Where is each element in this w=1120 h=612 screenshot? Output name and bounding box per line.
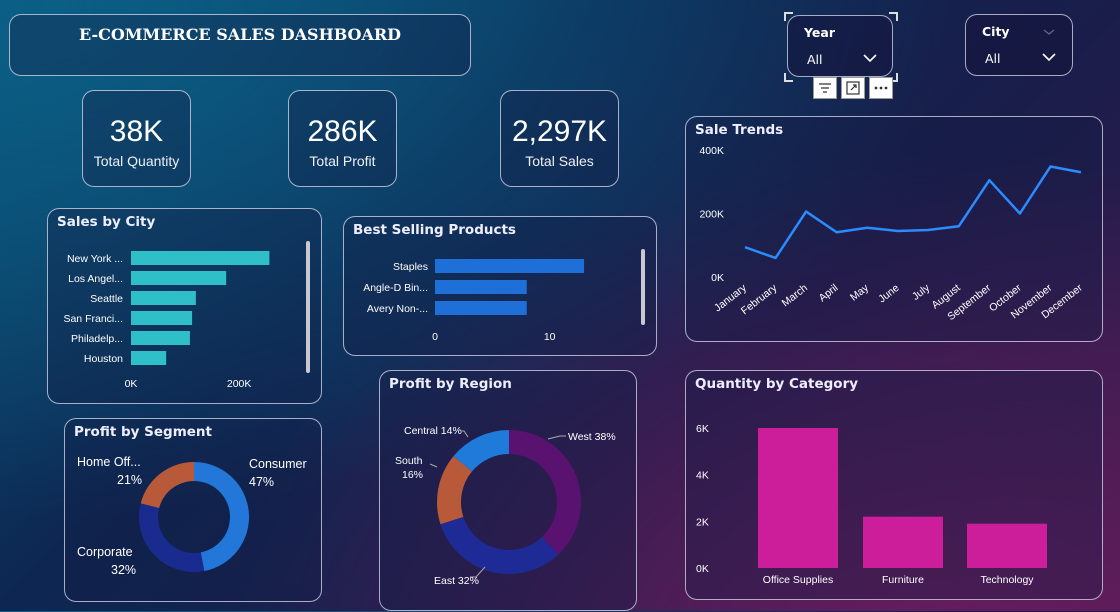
bar — [131, 251, 270, 265]
category-label: Technology — [980, 574, 1034, 586]
slice-label: East 32% — [434, 575, 479, 587]
slice-label: Home Off... — [77, 455, 141, 469]
dashboard-title: E-COMMERCE SALES DASHBOARD — [78, 25, 402, 44]
leader-line — [547, 435, 566, 440]
category-label: Seattle — [90, 293, 123, 305]
slice-value: 47% — [249, 475, 274, 489]
quantity-by-category-chart: 0K 2K 4K 6K Office Supplies Furniture Technolo… — [696, 423, 1047, 586]
category-label: Staples — [393, 261, 428, 273]
kpi-label: Total Quantity — [93, 153, 180, 169]
category-label: Los Angel... — [68, 273, 123, 285]
city-slicer[interactable]: City All — [965, 14, 1073, 76]
pie-slice — [194, 462, 249, 572]
bar — [435, 301, 527, 315]
leader-line — [462, 430, 469, 438]
leader-line — [429, 463, 438, 468]
bar — [131, 331, 190, 345]
category-label: Houston — [84, 353, 123, 365]
bar — [758, 428, 838, 568]
kpi-total-profit: 286K Total Profit — [288, 90, 397, 187]
tick-label: 0K — [125, 378, 138, 390]
slice-label: South — [395, 455, 423, 467]
slice-label: West 38% — [568, 431, 616, 443]
category-label: Angle-D Bin... — [363, 282, 428, 294]
tick-label: 0 — [432, 331, 438, 343]
profit-by-segment-panel: Profit by Segment Consumer 47% Corporate 32… — [64, 418, 322, 602]
tick-label: July — [910, 281, 933, 302]
more-options-icon[interactable] — [869, 77, 893, 99]
tick-label: 200K — [699, 209, 724, 221]
slice-value: 32% — [111, 563, 136, 577]
focus-mode-icon[interactable] — [841, 77, 865, 99]
scrollbar — [306, 241, 310, 373]
kpi-value: 286K — [307, 115, 378, 148]
bar — [131, 311, 193, 325]
category-label: Philadelp... — [71, 333, 123, 345]
tick-label: 2K — [696, 516, 709, 528]
tick-label: 6K — [696, 423, 709, 435]
quantity-by-category-panel: Quantity by Category 0K 2K 4K 6K Office Supp… — [685, 370, 1103, 600]
kpi-total-quantity: 38K Total Quantity — [82, 90, 191, 187]
tick-label: 400K — [699, 145, 724, 157]
bar — [131, 271, 227, 285]
category-label: Avery Non-... — [367, 303, 428, 315]
slice-label: Corporate — [77, 545, 133, 559]
kpi-label: Total Sales — [525, 153, 594, 169]
slice-value: 16% — [402, 469, 423, 481]
kpi-value: 2,297K — [511, 115, 608, 148]
pie-slice — [440, 516, 559, 574]
series-line — [744, 165, 1082, 260]
slice-label: Central 14% — [404, 425, 462, 437]
scrollbar — [641, 249, 645, 325]
year-slicer[interactable]: Year All — [784, 12, 898, 82]
profit-by-region-chart: West 38% East 32% South 16% Central 14% — [395, 425, 616, 587]
tick-label: 0K — [711, 272, 724, 284]
profit-by-region-panel: Profit by Region West 38% East 32% South 16… — [379, 370, 637, 611]
best-selling-products-panel: Best Selling Products Staples Angle-D Bin… — [343, 216, 657, 356]
selection-frame-icon — [784, 12, 898, 82]
sales-by-city-panel: Sales by City New York ... Los Angel... Se… — [47, 208, 322, 404]
tick-label: 0K — [696, 563, 709, 575]
chevron-down-faint-icon — [1043, 29, 1055, 35]
bar — [131, 351, 167, 365]
filter-icon[interactable] — [813, 77, 837, 99]
category-label: Furniture — [882, 574, 924, 586]
sales-by-city-chart: New York ... Los Angel... Seattle San Franc… — [63, 241, 310, 390]
category-label: San Franci... — [63, 313, 123, 325]
kpi-total-sales: 2,297K Total Sales — [500, 90, 619, 187]
tick-label: 4K — [696, 470, 709, 482]
kpi-value: 38K — [109, 115, 164, 148]
tick-label: June — [876, 282, 901, 306]
category-label: Office Supplies — [763, 574, 833, 586]
bar — [435, 259, 585, 273]
category-label: New York ... — [67, 253, 123, 265]
pie-slice — [140, 462, 194, 509]
best-selling-products-chart: Staples Angle-D Bin... Avery Non-... 0 10 — [363, 249, 645, 343]
tick-label: April — [817, 282, 841, 304]
city-slicer-value[interactable]: All — [985, 51, 1001, 66]
pie-slice — [139, 503, 205, 572]
bar — [967, 523, 1047, 568]
sale-trends-panel: Sale Trends 0K 200K 400K January February Mar… — [685, 116, 1103, 342]
sale-trends-chart: 0K200K400KJanuaryFebruary March April May Ju… — [699, 145, 1085, 323]
bar — [131, 291, 196, 305]
tick-label: 200K — [227, 378, 252, 390]
slice-value: 21% — [117, 473, 142, 487]
dashboard-title-card: E-COMMERCE SALES DASHBOARD — [9, 14, 471, 76]
profit-by-segment-chart: Consumer 47% Corporate 32% Home Off... 21% — [77, 455, 307, 577]
bar — [863, 516, 943, 568]
tick-label: 10 — [544, 331, 556, 343]
bar — [435, 280, 527, 294]
kpi-label: Total Profit — [309, 153, 376, 169]
pie-slice — [509, 430, 581, 555]
city-slicer-label: City — [982, 24, 1010, 39]
slice-label: Consumer — [249, 457, 307, 471]
tick-label: May — [848, 281, 872, 303]
tick-label: March — [780, 282, 811, 310]
chevron-down-icon[interactable] — [1042, 52, 1056, 62]
